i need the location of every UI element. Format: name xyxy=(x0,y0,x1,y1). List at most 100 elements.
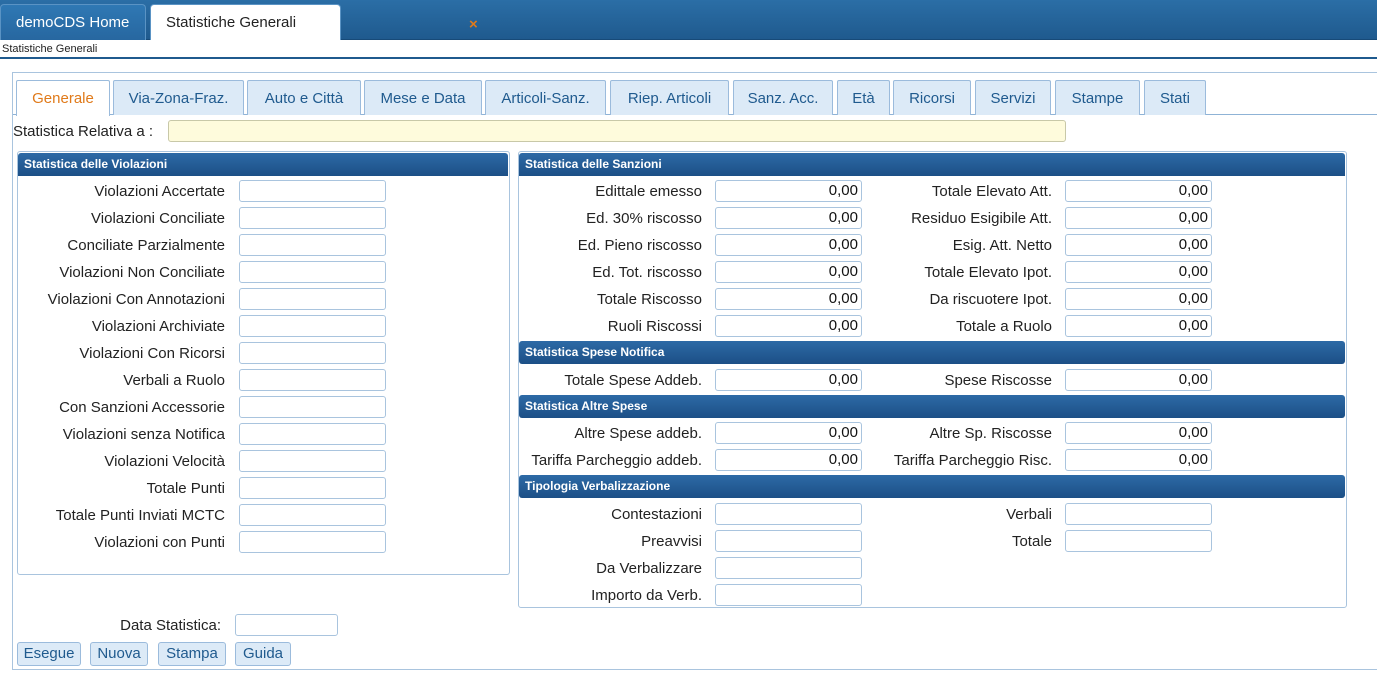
altre-spese-right-field[interactable]: 0,00 xyxy=(1065,449,1212,471)
violazioni-row-label: Violazioni Non Conciliate xyxy=(59,264,225,281)
data-statistica-input[interactable] xyxy=(235,614,338,636)
violazioni-panel-title: Statistica delle Violazioni xyxy=(18,153,508,176)
tab-eta[interactable]: Età xyxy=(837,80,890,115)
altre-spese-right-label: Altre Sp. Riscosse xyxy=(929,425,1052,442)
spese-notifica-left-label: Totale Spese Addeb. xyxy=(564,372,702,389)
violazioni-row-field[interactable] xyxy=(239,423,386,445)
app-window: demoCDS Home Statistiche Generali × Stat… xyxy=(0,0,1377,673)
window-tab-bar: demoCDS Home Statistiche Generali × xyxy=(0,0,1377,40)
violazioni-row-field[interactable] xyxy=(239,315,386,337)
sanzioni-left-label: Ed. Pieno riscosso xyxy=(577,237,702,254)
spese-notifica-right-field[interactable]: 0,00 xyxy=(1065,369,1212,391)
sanzioni-right-label: Residuo Esigibile Att. xyxy=(911,210,1052,227)
violazioni-row-label: Violazioni Con Ricorsi xyxy=(79,345,225,362)
sanzioni-left-label: Edittale emesso xyxy=(595,183,702,200)
stampa-button[interactable]: Stampa xyxy=(158,642,226,666)
nuova-button[interactable]: Nuova xyxy=(90,642,148,666)
tipologia-left-label: Preavvisi xyxy=(641,533,702,550)
altre-spese-right-field[interactable]: 0,00 xyxy=(1065,422,1212,444)
tab-riep-articoli[interactable]: Riep. Articoli xyxy=(610,80,729,115)
violazioni-row-field[interactable] xyxy=(239,261,386,283)
esegue-button[interactable]: Esegue xyxy=(17,642,81,666)
tipologia-left-field[interactable] xyxy=(715,530,862,552)
statistica-relativa-label: Statistica Relativa a : xyxy=(13,123,154,140)
tab-auto-citta[interactable]: Auto e Città xyxy=(247,80,361,115)
altre-spese-left-field[interactable]: 0,00 xyxy=(715,422,862,444)
tipologia-left-field[interactable] xyxy=(715,557,862,579)
statistica-relativa-input[interactable] xyxy=(168,120,1066,142)
sanzioni-right-field[interactable]: 0,00 xyxy=(1065,315,1212,337)
sanzioni-right-label: Totale Elevato Ipot. xyxy=(924,264,1052,281)
data-statistica-label: Data Statistica: xyxy=(120,617,221,634)
violazioni-row-field[interactable] xyxy=(239,234,386,256)
guida-button[interactable]: Guida xyxy=(235,642,291,666)
sanzioni-left-field[interactable]: 0,00 xyxy=(715,207,862,229)
tab-ricorsi[interactable]: Ricorsi xyxy=(893,80,971,115)
sanzioni-right-label: Esig. Att. Netto xyxy=(952,237,1052,254)
tab-servizi[interactable]: Servizi xyxy=(975,80,1051,115)
violazioni-row-field[interactable] xyxy=(239,477,386,499)
violazioni-row-field[interactable] xyxy=(239,369,386,391)
tab-articoli-sanz[interactable]: Articoli-Sanz. xyxy=(485,80,606,115)
tipologia-left-label: Contestazioni xyxy=(611,506,702,523)
spese-notifica-title: Statistica Spese Notifica xyxy=(519,341,1345,364)
altre-spese-right-label: Tariffa Parcheggio Risc. xyxy=(893,452,1052,469)
tab-strip: Generale Via-Zona-Fraz. Auto e Città Mes… xyxy=(13,73,1377,116)
altre-spese-left-field[interactable]: 0,00 xyxy=(715,449,862,471)
tipologia-right-field[interactable] xyxy=(1065,530,1212,552)
sanzioni-right-field[interactable]: 0,00 xyxy=(1065,261,1212,283)
window-tab-statistiche[interactable]: Statistiche Generali × xyxy=(150,4,478,40)
window-tab-home[interactable]: demoCDS Home xyxy=(0,4,146,40)
close-icon[interactable]: × xyxy=(469,15,478,35)
violazioni-row-label: Con Sanzioni Accessorie xyxy=(59,399,225,416)
tipologia-right-label: Totale xyxy=(1011,533,1052,550)
sanzioni-left-label: Ruoli Riscossi xyxy=(607,318,702,335)
tab-generale[interactable]: Generale xyxy=(16,80,110,116)
violazioni-row-label: Totale Punti xyxy=(146,480,225,497)
sanzioni-right-field[interactable]: 0,00 xyxy=(1065,207,1212,229)
breadcrumb: Statistiche Generali xyxy=(2,43,98,55)
sanzioni-left-field[interactable]: 0,00 xyxy=(715,180,862,202)
sanzioni-right-label: Da riscuotere Ipot. xyxy=(929,291,1052,308)
violazioni-row-label: Violazioni senza Notifica xyxy=(62,426,225,443)
spese-notifica-right-label: Spese Riscosse xyxy=(944,372,1052,389)
sanzioni-left-field[interactable]: 0,00 xyxy=(715,234,862,256)
violazioni-row-field[interactable] xyxy=(239,531,386,553)
tab-stati[interactable]: Stati xyxy=(1144,80,1206,115)
sanzioni-left-label: Ed. Tot. riscosso xyxy=(592,264,702,281)
sanzioni-left-field[interactable]: 0,00 xyxy=(715,261,862,283)
violazioni-row-label: Totale Punti Inviati MCTC xyxy=(55,507,225,524)
sanzioni-right-label: Totale a Ruolo xyxy=(956,318,1052,335)
violazioni-row-label: Violazioni Accertate xyxy=(94,183,225,200)
violazioni-row-field[interactable] xyxy=(239,396,386,418)
violazioni-row-field[interactable] xyxy=(239,180,386,202)
window-tab-label: Statistiche Generali xyxy=(166,14,297,31)
tab-via-zona-fraz[interactable]: Via-Zona-Fraz. xyxy=(113,80,244,115)
tab-stampe[interactable]: Stampe xyxy=(1055,80,1140,115)
spese-notifica-left-field[interactable]: 0,00 xyxy=(715,369,862,391)
sanzioni-right-field[interactable]: 0,00 xyxy=(1065,180,1212,202)
tipologia-right-field[interactable] xyxy=(1065,503,1212,525)
altre-spese-left-label: Altre Spese addeb. xyxy=(574,425,702,442)
tab-mese-data[interactable]: Mese e Data xyxy=(364,80,482,115)
sanzioni-left-field[interactable]: 0,00 xyxy=(715,288,862,310)
violazioni-row-label: Violazioni Conciliate xyxy=(91,210,225,227)
sanzioni-right-field[interactable]: 0,00 xyxy=(1065,234,1212,256)
violazioni-row-field[interactable] xyxy=(239,207,386,229)
breadcrumb-bar: Statistiche Generali xyxy=(0,40,1377,59)
tipologia-right-label: Verbali xyxy=(1006,506,1052,523)
sanzioni-left-field[interactable]: 0,00 xyxy=(715,315,862,337)
tab-sanz-acc[interactable]: Sanz. Acc. xyxy=(733,80,833,115)
tipologia-title: Tipologia Verbalizzazione xyxy=(519,475,1345,498)
violazioni-row-label: Verbali a Ruolo xyxy=(123,372,225,389)
violazioni-row-field[interactable] xyxy=(239,288,386,310)
tipologia-left-field[interactable] xyxy=(715,584,862,606)
tipologia-left-label: Da Verbalizzare xyxy=(596,560,702,577)
violazioni-row-field[interactable] xyxy=(239,450,386,472)
tipologia-left-field[interactable] xyxy=(715,503,862,525)
violazioni-row-field[interactable] xyxy=(239,342,386,364)
sanzioni-right-field[interactable]: 0,00 xyxy=(1065,288,1212,310)
sanzioni-right-label: Totale Elevato Att. xyxy=(931,183,1052,200)
violazioni-row-label: Violazioni Velocità xyxy=(104,453,225,470)
violazioni-row-field[interactable] xyxy=(239,504,386,526)
